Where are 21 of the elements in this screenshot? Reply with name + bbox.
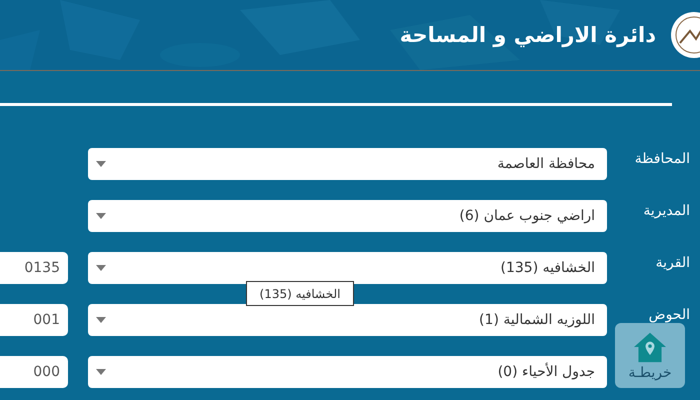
field-label: المحافظة [634, 150, 691, 167]
caret-icon [96, 213, 106, 219]
dropdown[interactable]: اللوزيه الشمالية (1) [88, 304, 607, 336]
dropdown[interactable]: محافظة العاصمة [88, 148, 607, 180]
dropdown[interactable]: اراضي جنوب عمان (6) [88, 200, 607, 232]
caret-icon [96, 369, 106, 375]
code-field[interactable]: 0135 [0, 252, 68, 284]
field-label: القرية [654, 254, 691, 271]
code-field[interactable]: 000 [0, 356, 68, 388]
tooltip: الخشافيه (135) [246, 281, 354, 306]
field-label: المديرية [642, 202, 691, 219]
caret-icon [96, 265, 106, 271]
caret-icon [96, 317, 106, 323]
house-pin-icon [632, 330, 668, 362]
code-field[interactable]: 001 [0, 304, 68, 336]
field-label: الحوض [648, 306, 691, 323]
dropdown[interactable]: الخشافيه (135) [88, 252, 607, 284]
dropdown[interactable]: جدول الأحياء (0) [88, 356, 607, 388]
header-title: دائرة الاراضي و المساحة [400, 23, 656, 47]
map-button[interactable]: خريطـة [615, 323, 685, 388]
caret-icon [96, 161, 106, 167]
